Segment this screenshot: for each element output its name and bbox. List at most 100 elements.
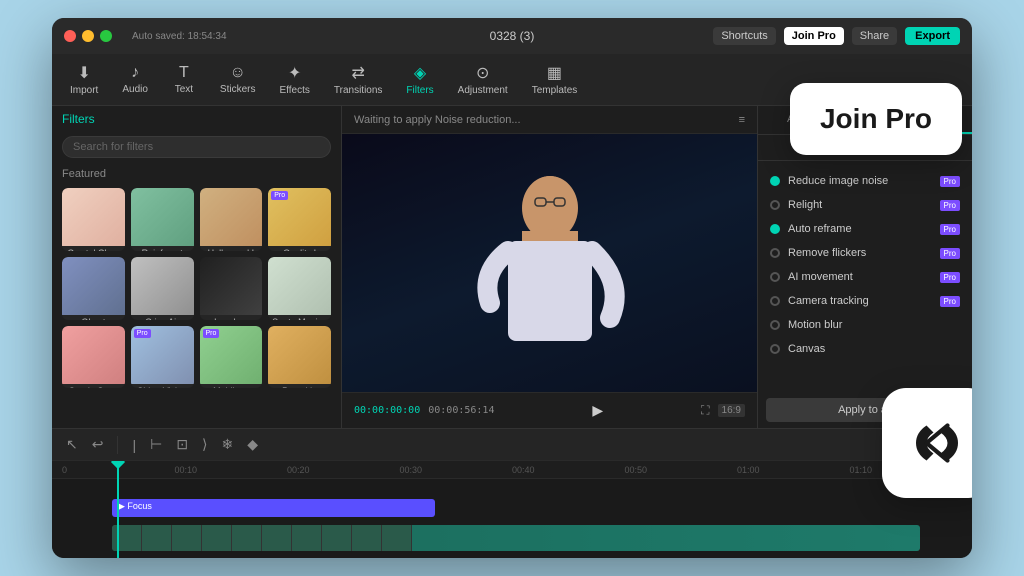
title-bar-actions: Shortcuts Join Pro Share Export	[713, 27, 960, 45]
filter-thumb	[62, 188, 125, 246]
list-item[interactable]: Rainforest	[131, 188, 194, 251]
list-item[interactable]: Low-key	[200, 257, 263, 320]
undo-tool[interactable]: ↩	[88, 434, 108, 455]
filter-option-ai-movement[interactable]: AI movement Pro	[766, 265, 964, 289]
toolbar-stickers[interactable]: ☺ Stickers	[210, 60, 266, 99]
list-item[interactable]: Candy Cane	[62, 326, 125, 389]
capcut-logo-svg	[902, 408, 972, 478]
filter-name: Low-key	[200, 315, 263, 320]
join-pro-popup[interactable]: Join Pro	[790, 83, 962, 155]
list-item[interactable]: Pro Quality I	[268, 188, 331, 251]
list-item[interactable]: Hollywood I	[200, 188, 263, 251]
crop-tool[interactable]: ⊡	[172, 434, 192, 455]
capcut-logo	[882, 388, 972, 498]
ruler-mark: 00:20	[287, 465, 400, 475]
stickers-icon: ☺	[230, 64, 246, 82]
track-thumb	[352, 525, 382, 551]
filter-name: Ghost	[62, 315, 125, 320]
option-name: Camera tracking	[788, 295, 932, 307]
split-tool[interactable]: |	[128, 435, 140, 455]
toolbar-stickers-label: Stickers	[220, 84, 256, 95]
list-item[interactable]: Crystal Clear	[62, 188, 125, 251]
minimize-button[interactable]	[82, 30, 94, 42]
filter-option-auto-reframe[interactable]: Auto reframe Pro	[766, 217, 964, 241]
filter-name: Candy Cane	[62, 384, 125, 389]
speed-tool[interactable]: ⟩	[198, 434, 211, 455]
pro-badge: Pro	[940, 200, 960, 211]
ruler-mark: 00:50	[625, 465, 738, 475]
filter-option-motion-blur[interactable]: Motion blur	[766, 313, 964, 337]
pro-badge: Pro	[940, 272, 960, 283]
traffic-lights	[64, 30, 112, 42]
ruler-marks: 0 00:10 00:20 00:30 00:40 00:50 01:00 01…	[62, 465, 962, 475]
preview-video[interactable]	[342, 134, 757, 392]
option-name: Auto reframe	[788, 223, 932, 235]
list-item[interactable]: Santa Monica	[268, 257, 331, 320]
filter-option-remove-flickers[interactable]: Remove flickers Pro	[766, 241, 964, 265]
play-button[interactable]: ▶	[592, 402, 603, 419]
filter-option-camera-tracking[interactable]: Camera tracking Pro	[766, 289, 964, 313]
keyframe-tool[interactable]: ◆	[243, 434, 262, 455]
title-bar: Auto saved: 18:54:34 0328 (3) Shortcuts …	[52, 18, 972, 54]
list-item[interactable]: Ghost	[62, 257, 125, 320]
filter-option-relight[interactable]: Relight Pro	[766, 193, 964, 217]
maximize-button[interactable]	[100, 30, 112, 42]
option-dot	[770, 296, 780, 306]
filters-grid: Featured Crystal Clear Rainforest Hollyw…	[52, 162, 341, 428]
option-name: Reduce image noise	[788, 175, 932, 187]
cursor-tool[interactable]: ↖	[62, 434, 82, 455]
track-thumb	[202, 525, 232, 551]
auto-saved-label: Auto saved: 18:54:34	[132, 31, 227, 42]
share-button[interactable]: Share	[852, 27, 897, 45]
toolbar-effects[interactable]: ✦ Effects	[269, 59, 319, 100]
list-item[interactable]: Pro Shine Vision	[131, 326, 194, 389]
pro-badge: Pro	[940, 224, 960, 235]
ruler-mark: 00:30	[400, 465, 513, 475]
filter-name: Hollywood I	[200, 246, 263, 251]
timeline-toolbar: ↖ ↩ | ⊢ ⊡ ⟩ ❄ ◆ − + ⚙	[52, 429, 972, 461]
search-input[interactable]	[62, 136, 331, 158]
toolbar-filters[interactable]: ◈ Filters	[396, 59, 443, 100]
toolbar-adjustment[interactable]: ⊙ Adjustment	[448, 59, 518, 100]
filter-option-reduce-noise[interactable]: Reduce image noise Pro	[766, 169, 964, 193]
divider	[117, 436, 118, 454]
join-pro-button-title[interactable]: Join Pro	[784, 27, 844, 45]
filter-option-canvas[interactable]: Canvas	[766, 337, 964, 361]
close-button[interactable]	[64, 30, 76, 42]
toolbar-text[interactable]: T Text	[162, 60, 206, 99]
toolbar-transitions[interactable]: ⇄ Transitions	[324, 59, 393, 100]
toolbar-templates[interactable]: ▦ Templates	[522, 59, 588, 100]
featured-label: Featured	[62, 168, 331, 180]
shortcuts-button[interactable]: Shortcuts	[713, 27, 775, 45]
filter-options-list: Reduce image noise Pro Relight Pro Auto …	[758, 161, 972, 392]
video-track[interactable]	[112, 525, 920, 551]
filter-name: Crisp Air	[131, 315, 194, 320]
window-title: 0328 (3)	[490, 29, 535, 43]
timeline-playhead[interactable]	[117, 461, 119, 558]
status-text: Waiting to apply Noise reduction...	[354, 114, 521, 126]
pro-badge: Pro	[940, 296, 960, 307]
freeze-tool[interactable]: ❄	[218, 434, 238, 455]
ratio-badge: 16:9	[718, 404, 745, 417]
track-thumb	[172, 525, 202, 551]
list-item[interactable]: Pumpkin	[268, 326, 331, 389]
filter-thumb	[62, 326, 125, 384]
track-thumb	[142, 525, 172, 551]
fullscreen-icon[interactable]: ⛶	[701, 403, 709, 418]
pro-badge: Pro	[134, 329, 151, 338]
filter-thumb: Pro	[200, 326, 263, 384]
export-button[interactable]: Export	[905, 27, 960, 45]
filter-thumb	[200, 257, 263, 315]
pro-badge: Pro	[203, 329, 220, 338]
pro-badge: Pro	[940, 248, 960, 259]
trim-tool[interactable]: ⊢	[146, 434, 166, 455]
focus-track[interactable]: ▶ Focus	[112, 499, 435, 517]
list-item[interactable]: Pro Maldives	[200, 326, 263, 389]
option-dot	[770, 272, 780, 282]
toolbar-import[interactable]: ⬇ Import	[60, 59, 108, 100]
toolbar-audio[interactable]: ♪ Audio	[112, 60, 158, 99]
filter-thumb: Pro	[268, 188, 331, 246]
list-item[interactable]: Crisp Air	[131, 257, 194, 320]
option-dot	[770, 176, 780, 186]
track-thumb	[292, 525, 322, 551]
